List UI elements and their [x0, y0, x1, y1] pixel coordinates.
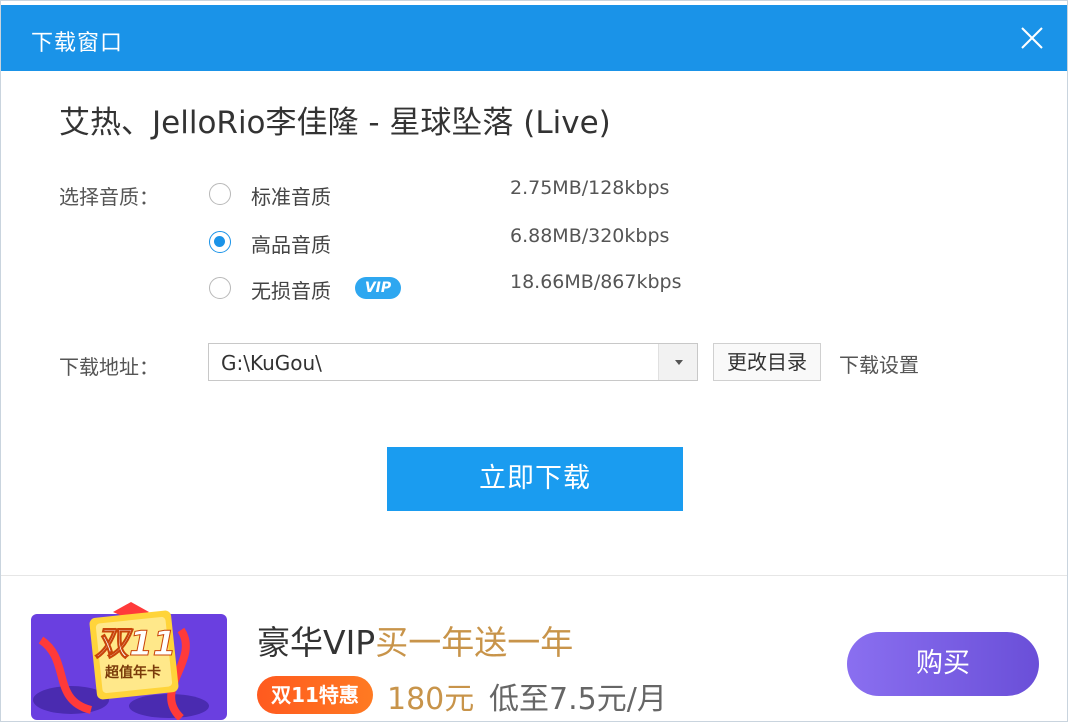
- quality-label: 选择音质：: [59, 185, 159, 209]
- change-directory-button[interactable]: 更改目录: [713, 343, 821, 381]
- promo-badge: 双11特惠: [257, 676, 373, 714]
- quality-option-lossless[interactable]: 无损音质 VIP: [209, 275, 509, 305]
- quality-size-high: 6.88MB/320kbps: [510, 225, 670, 247]
- quality-option-label: 高品音质: [251, 233, 331, 257]
- quality-option-label: 无损音质: [251, 279, 331, 303]
- quality-option-label: 标准音质: [251, 185, 331, 209]
- download-settings-link[interactable]: 下载设置: [839, 349, 919, 378]
- promo-title-vip: 豪华VIP: [257, 623, 376, 662]
- close-icon[interactable]: [1019, 25, 1045, 51]
- download-path-label: 下载地址：: [59, 355, 159, 379]
- quality-option-high[interactable]: 高品音质: [209, 229, 509, 259]
- buy-button[interactable]: 购买: [847, 632, 1039, 696]
- download-window: 下载窗口 艾热、JelloRio李佳隆 - 星球坠落 (Live) 选择音质： …: [0, 0, 1068, 722]
- vip-badge: VIP: [355, 277, 401, 299]
- radio-lossless[interactable]: [209, 277, 231, 299]
- chevron-down-icon[interactable]: [658, 344, 697, 380]
- promo-art-text: 双11: [94, 624, 177, 665]
- radio-standard[interactable]: [209, 183, 231, 205]
- title-bar: 下载窗口: [1, 5, 1067, 71]
- download-now-button[interactable]: 立即下载: [387, 447, 683, 511]
- quality-option-standard[interactable]: 标准音质: [209, 181, 509, 211]
- quality-size-standard: 2.75MB/128kbps: [510, 177, 670, 199]
- download-path-select[interactable]: G:\KuGou\: [208, 343, 698, 381]
- promo-title-offer: 买一年送一年: [375, 623, 574, 662]
- vip-promo-banner[interactable]: 双11 超值年卡 豪华VIP买一年送一年 双11特惠 180元 低至7.5元/月…: [1, 575, 1067, 721]
- song-title: 艾热、JelloRio李佳隆 - 星球坠落 (Live): [59, 105, 611, 141]
- radio-high[interactable]: [209, 231, 231, 253]
- download-path-value: G:\KuGou\: [221, 351, 322, 375]
- quality-size-lossless: 18.66MB/867kbps: [510, 271, 682, 293]
- promo-art-subtext: 超值年卡: [105, 665, 161, 681]
- window-title: 下载窗口: [31, 31, 124, 56]
- promo-title: 豪华VIP买一年送一年: [257, 616, 573, 664]
- promo-monthly-price: 低至7.5元/月: [489, 682, 667, 717]
- promo-price: 180元: [387, 682, 475, 717]
